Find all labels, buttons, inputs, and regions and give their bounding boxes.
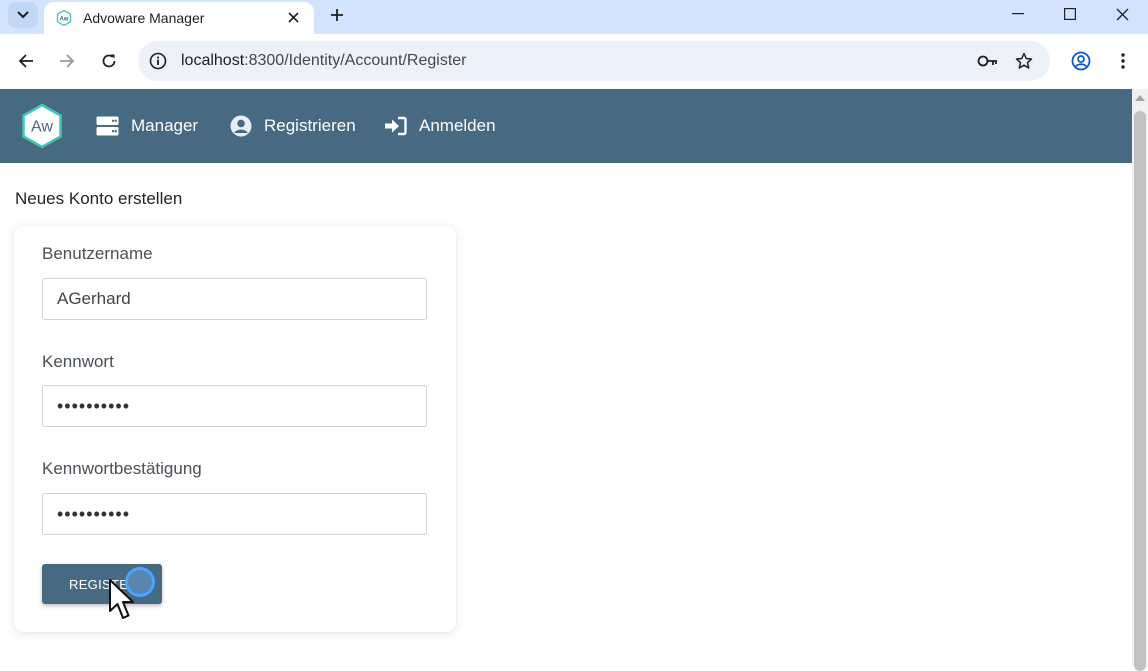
scroll-up-arrow-icon[interactable]	[1135, 95, 1145, 101]
key-icon	[977, 55, 997, 67]
nav-item-manager[interactable]: Manager	[96, 111, 198, 141]
arrow-right-icon	[60, 54, 75, 68]
window-close-button[interactable]	[1096, 0, 1148, 28]
profile-button[interactable]	[1068, 48, 1094, 74]
username-label: Benutzername	[42, 244, 153, 263]
svg-text:Aw: Aw	[31, 119, 53, 136]
nav-item-label: Manager	[131, 116, 199, 135]
maximize-button[interactable]	[1044, 0, 1096, 28]
url-host: localhost	[181, 52, 245, 69]
nav-item-label: Anmelden	[419, 116, 496, 135]
tab-search-button[interactable]	[8, 2, 38, 28]
address-bar[interactable]: localhost:8300/Identity/Account/Register	[138, 41, 1050, 81]
reload-button[interactable]	[96, 48, 122, 74]
password-input[interactable]: ••••••••••	[42, 385, 427, 427]
close-icon	[1116, 8, 1128, 20]
register-form-card: Benutzername AGerhard Kennwort •••••••••…	[14, 226, 456, 632]
password-label: Kennwort	[42, 352, 114, 371]
nav-item-registrieren[interactable]: Registrieren	[230, 111, 356, 141]
password-key-button[interactable]	[975, 48, 1001, 74]
page-scrollbar[interactable]	[1132, 89, 1148, 671]
chevron-down-icon	[17, 11, 29, 19]
tab-title: Advoware Manager	[83, 10, 205, 26]
confirm-password-label: Kennwortbestätigung	[42, 459, 202, 478]
account-circle-icon	[1071, 51, 1091, 71]
back-button[interactable]	[13, 48, 39, 74]
url-path: :8300/Identity/Account/Register	[244, 52, 467, 69]
reload-icon	[102, 54, 116, 68]
server-icon	[96, 116, 119, 136]
mouse-pointer-icon	[109, 579, 134, 619]
site-info-button[interactable]	[148, 51, 168, 71]
confirm-password-input[interactable]: ••••••••••	[42, 493, 427, 535]
browser-menu-button[interactable]	[1110, 48, 1136, 74]
minimize-button[interactable]	[992, 0, 1044, 28]
sign-in-icon	[384, 116, 407, 136]
browser-tab-strip: Aw Advoware Manager	[0, 0, 1148, 34]
scroll-thumb[interactable]	[1134, 111, 1146, 671]
close-icon	[287, 11, 299, 23]
tab-close-button[interactable]	[284, 8, 302, 26]
app-favicon-icon: Aw	[56, 10, 72, 26]
svg-text:Aw: Aw	[60, 17, 69, 23]
forward-button[interactable]	[54, 48, 80, 74]
url-text[interactable]: localhost:8300/Identity/Account/Register	[181, 52, 467, 70]
info-icon	[149, 52, 167, 70]
plus-icon	[331, 9, 343, 21]
app-logo[interactable]: Aw	[20, 103, 64, 149]
new-tab-button[interactable]	[326, 4, 348, 26]
nav-item-label: Registrieren	[264, 116, 356, 135]
nav-item-anmelden[interactable]: Anmelden	[384, 111, 496, 141]
star-icon	[1015, 52, 1033, 69]
app-navbar: Aw Manager Registrieren Anmelden	[0, 89, 1132, 163]
more-vertical-icon	[1121, 53, 1125, 69]
minimize-icon	[1012, 13, 1024, 15]
browser-tab[interactable]: Aw Advoware Manager	[44, 2, 314, 34]
username-input[interactable]: AGerhard	[42, 278, 427, 320]
arrow-left-icon	[18, 54, 33, 68]
maximize-icon	[1064, 8, 1076, 20]
user-circle-icon	[230, 115, 252, 137]
bookmark-button[interactable]	[1011, 48, 1037, 74]
page-title: Neues Konto erstellen	[15, 189, 183, 208]
browser-toolbar: localhost:8300/Identity/Account/Register	[0, 34, 1148, 88]
